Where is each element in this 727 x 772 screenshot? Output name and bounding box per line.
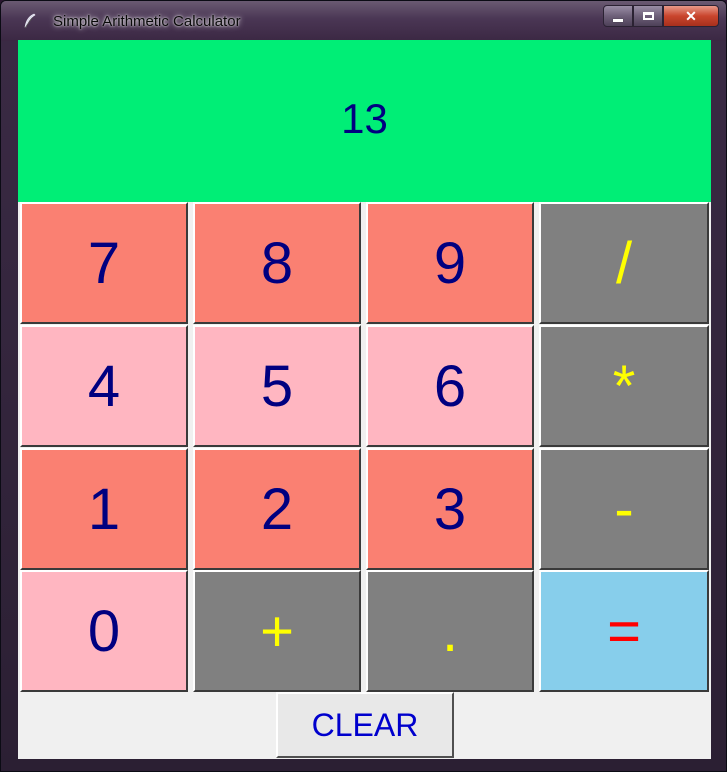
result-display: 13	[18, 40, 711, 202]
key-7[interactable]: 7	[20, 202, 188, 324]
key-subtract[interactable]: -	[539, 448, 709, 570]
key-2[interactable]: 2	[193, 448, 361, 570]
key-3[interactable]: 3	[366, 448, 534, 570]
key-4[interactable]: 4	[20, 325, 188, 447]
key-9[interactable]: 9	[366, 202, 534, 324]
key-add[interactable]: +	[193, 570, 361, 692]
key-divide[interactable]: /	[539, 202, 709, 324]
display-value: 13	[341, 95, 388, 142]
maximize-icon	[642, 12, 654, 20]
title-bar[interactable]: Simple Arithmetic Calculator ✕	[1, 1, 726, 41]
calculator-body: 13 7 8 9 / 4 5 6 * 1 2 3 - 0 + . = CLEAR	[18, 40, 711, 759]
key-1[interactable]: 1	[20, 448, 188, 570]
key-6[interactable]: 6	[366, 325, 534, 447]
minimize-icon	[613, 18, 623, 22]
close-icon: ✕	[685, 7, 697, 24]
clear-button[interactable]: CLEAR	[276, 692, 454, 758]
close-button[interactable]: ✕	[663, 5, 719, 27]
minimize-button[interactable]	[603, 5, 633, 27]
key-equals[interactable]: =	[539, 570, 709, 692]
feather-icon	[23, 13, 39, 29]
key-8[interactable]: 8	[193, 202, 361, 324]
window-title: Simple Arithmetic Calculator	[53, 13, 241, 30]
calculator-window: Simple Arithmetic Calculator ✕ 13 7 8 9 …	[0, 0, 727, 772]
key-decimal[interactable]: .	[366, 570, 534, 692]
key-5[interactable]: 5	[193, 325, 361, 447]
key-multiply[interactable]: *	[539, 325, 709, 447]
maximize-button[interactable]	[633, 5, 663, 27]
window-controls: ✕	[603, 5, 719, 29]
key-0[interactable]: 0	[20, 570, 188, 692]
